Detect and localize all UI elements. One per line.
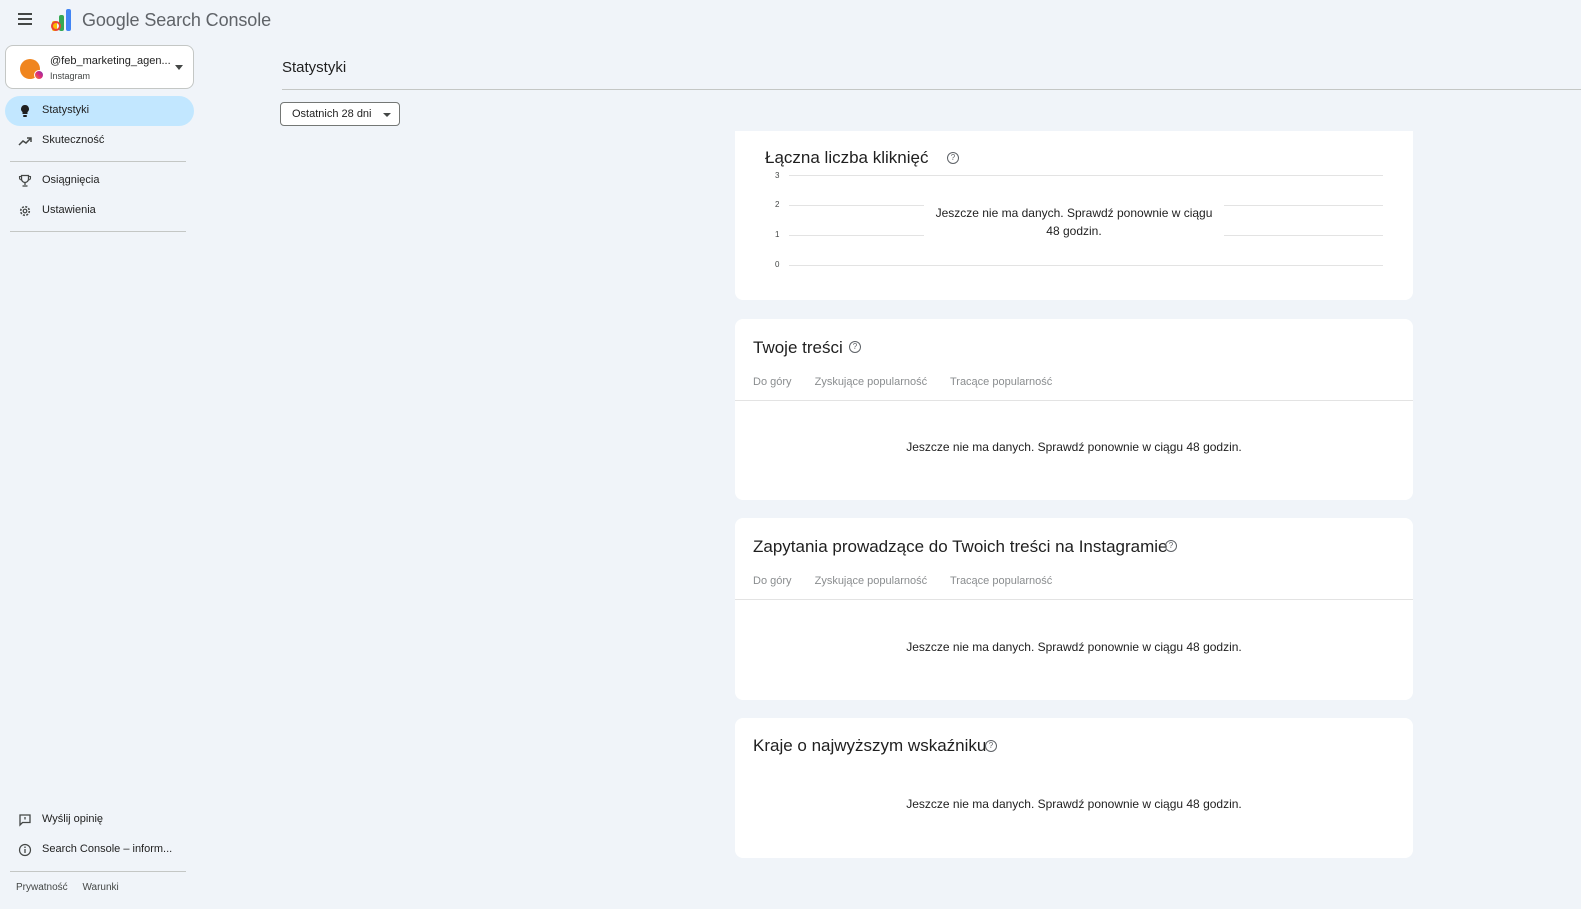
feedback-label: Wyślij opinię	[42, 813, 104, 825]
top-countries-card: Kraje o najwyższym wskaźniku ? Jeszcze n…	[735, 718, 1413, 858]
sidebar-item-label: Skuteczność	[42, 134, 105, 146]
sidebar-item-osiagniecia[interactable]: Osiągnięcia	[5, 166, 194, 196]
date-range-filter[interactable]: Ostatnich 28 dni	[280, 102, 400, 126]
tab-rising[interactable]: Zyskujące popularność	[815, 376, 928, 388]
empty-state-message: Jeszcze nie ma danych. Sprawdź ponownie …	[924, 204, 1224, 240]
empty-line-1: Jeszcze nie ma danych. Sprawdź ponownie …	[935, 206, 1213, 220]
sidebar-item-skutecznosc[interactable]: Skuteczność	[5, 126, 194, 156]
tab-falling[interactable]: Tracące popularność	[950, 376, 1052, 388]
sidebar-divider	[10, 161, 186, 162]
queries-tabs: Do góry Zyskujące popularność Tracące po…	[753, 575, 1072, 587]
y-tick-label: 2	[775, 200, 780, 209]
property-type: Instagram	[50, 71, 91, 81]
help-icon[interactable]: ?	[985, 740, 997, 752]
tab-falling[interactable]: Tracące popularność	[950, 575, 1052, 587]
empty-line-2: 48 godzin.	[1046, 224, 1102, 238]
instagram-badge-icon	[34, 70, 44, 80]
help-icon[interactable]: ?	[849, 341, 861, 353]
tabs-divider	[735, 400, 1413, 401]
tabs-divider	[735, 599, 1413, 600]
empty-state-message: Jeszcze nie ma danych. Sprawdź ponownie …	[906, 797, 1242, 811]
grid-line	[789, 175, 1383, 176]
card-title: Łączna liczba kliknięć	[765, 148, 929, 167]
app-title: Google Search Console	[82, 10, 272, 30]
sidebar-item-ustawienia[interactable]: Ustawienia	[5, 196, 194, 226]
total-clicks-card: Łączna liczba kliknięć ? 3 2 1 0 Jeszcze…	[735, 131, 1413, 300]
property-name: @feb_marketing_agen...	[50, 55, 171, 67]
chevron-down-icon	[383, 113, 391, 117]
trending-up-icon	[18, 137, 32, 146]
sidebar-item-label: Statystyki	[42, 104, 90, 116]
card-title: Zapytania prowadzące do Twoich treści na…	[753, 537, 1168, 556]
hamburger-menu-icon[interactable]	[14, 8, 36, 30]
lightbulb-icon	[21, 105, 29, 117]
top-bar: Google Search Console	[0, 0, 1581, 40]
page-title: Statystyki	[282, 59, 347, 76]
date-range-label: Ostatnich 28 dni	[292, 108, 372, 120]
sidebar-divider	[10, 871, 186, 872]
property-selector[interactable]: @feb_marketing_agen... Instagram	[5, 45, 194, 89]
tab-top[interactable]: Do góry	[753, 575, 792, 587]
trophy-icon	[18, 174, 32, 187]
your-content-card: Twoje treści ? Do góry Zyskujące popular…	[735, 319, 1413, 500]
info-icon	[18, 843, 32, 857]
gear-icon	[19, 205, 31, 217]
help-icon[interactable]: ?	[947, 152, 959, 164]
y-tick-label: 3	[775, 171, 780, 180]
sidebar-item-label: Ustawienia	[42, 204, 96, 216]
card-title: Twoje treści	[753, 338, 843, 357]
feedback-icon	[19, 814, 31, 827]
sidebar-item-label: Osiągnięcia	[42, 174, 100, 186]
content-tabs: Do góry Zyskujące popularność Tracące po…	[753, 376, 1072, 388]
help-icon[interactable]: ?	[1165, 540, 1177, 552]
send-feedback-button[interactable]: Wyślij opinię	[5, 805, 194, 835]
tab-top[interactable]: Do góry	[753, 376, 792, 388]
chevron-down-icon	[175, 65, 183, 70]
y-tick-label: 0	[775, 260, 780, 269]
about-search-console-link[interactable]: Search Console – inform...	[5, 835, 194, 865]
card-title: Kraje o najwyższym wskaźniku	[753, 736, 987, 755]
grid-line	[789, 265, 1383, 266]
terms-link[interactable]: Warunki	[82, 882, 118, 893]
privacy-link[interactable]: Prywatność	[16, 882, 68, 893]
sidebar-divider	[10, 231, 186, 232]
header-divider	[282, 89, 1581, 90]
empty-state-message: Jeszcze nie ma danych. Sprawdź ponownie …	[906, 440, 1242, 454]
footer-links: Prywatność Warunki	[16, 882, 131, 893]
search-console-logo	[51, 9, 71, 31]
about-label: Search Console – inform...	[42, 843, 173, 855]
empty-state-message: Jeszcze nie ma danych. Sprawdź ponownie …	[906, 640, 1242, 654]
sidebar-item-statystyki[interactable]: Statystyki	[5, 96, 194, 126]
y-tick-label: 1	[775, 230, 780, 239]
queries-card: Zapytania prowadzące do Twoich treści na…	[735, 518, 1413, 700]
tab-rising[interactable]: Zyskujące popularność	[815, 575, 928, 587]
